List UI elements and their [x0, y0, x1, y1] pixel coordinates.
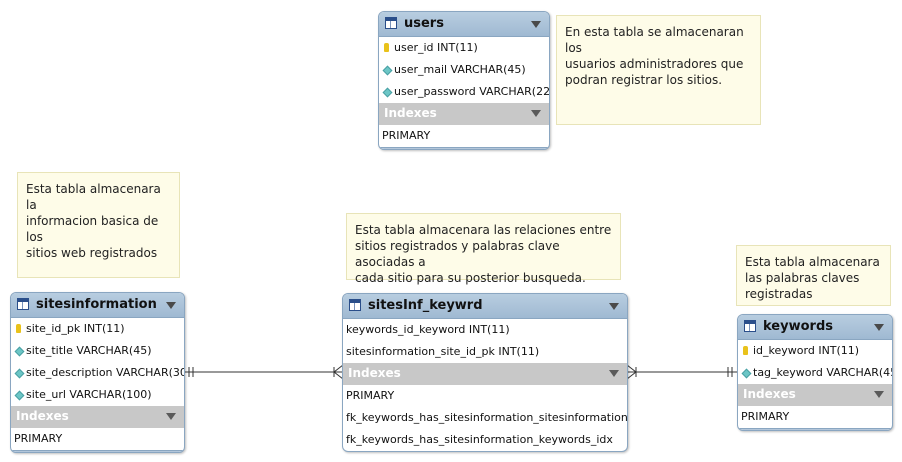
table-sitesinformation[interactable]: sitesinformation site_id_pk INT(11) site…	[10, 292, 185, 453]
column-diamond-icon	[14, 346, 25, 357]
column-text: site_title VARCHAR(45)	[26, 344, 152, 357]
column-row[interactable]: user_id INT(11)	[379, 37, 549, 59]
table-footer	[11, 450, 184, 452]
column-diamond-icon	[14, 368, 25, 379]
primary-key-icon	[743, 346, 748, 355]
column-row[interactable]: sitesinformation_site_id_pk INT(11)	[343, 341, 627, 363]
index-row[interactable]: PRIMARY	[379, 125, 549, 147]
column-diamond-icon	[741, 368, 752, 379]
indexes-label: Indexes	[348, 366, 401, 380]
primary-key-icon	[384, 43, 389, 52]
column-row[interactable]: site_id_pk INT(11)	[11, 318, 184, 340]
table-footer	[343, 451, 627, 452]
column-row[interactable]: user_password VARCHAR(225)	[379, 81, 549, 103]
collapse-arrow-icon[interactable]	[874, 324, 884, 331]
column-row[interactable]: tag_keyword VARCHAR(45)	[738, 362, 892, 384]
column-text: user_id INT(11)	[394, 41, 478, 54]
index-text: PRIMARY	[346, 389, 395, 402]
column-text: site_description VARCHAR(300)	[26, 366, 185, 379]
table-icon	[17, 298, 29, 310]
table-icon	[349, 299, 361, 311]
indexes-header[interactable]: Indexes	[738, 384, 892, 406]
index-row[interactable]: PRIMARY	[738, 406, 892, 428]
index-text: fk_keywords_has_sitesinformation_keyword…	[346, 433, 613, 446]
index-row[interactable]: PRIMARY	[11, 428, 184, 450]
column-text: user_mail VARCHAR(45)	[394, 63, 526, 76]
column-row[interactable]: user_mail VARCHAR(45)	[379, 59, 549, 81]
table-name: users	[404, 16, 444, 31]
table-name: keywords	[763, 319, 833, 334]
table-header[interactable]: sitesInf_keywrd	[343, 294, 627, 319]
indexes-label: Indexes	[16, 409, 69, 423]
collapse-arrow-icon[interactable]	[609, 370, 619, 377]
column-text: user_password VARCHAR(225)	[394, 85, 550, 98]
index-text: PRIMARY	[741, 410, 790, 423]
collapse-arrow-icon[interactable]	[531, 21, 541, 28]
column-row[interactable]: site_description VARCHAR(300)	[11, 362, 184, 384]
table-header[interactable]: keywords	[738, 315, 892, 340]
column-text: sitesinformation_site_id_pk INT(11)	[346, 345, 540, 358]
indexes-header[interactable]: Indexes	[379, 103, 549, 125]
column-row[interactable]: site_url VARCHAR(100)	[11, 384, 184, 406]
column-text: site_id_pk INT(11)	[26, 322, 125, 335]
column-row[interactable]: id_keyword INT(11)	[738, 340, 892, 362]
column-diamond-icon	[14, 390, 25, 401]
table-name: sitesinformation	[36, 297, 157, 312]
column-row[interactable]: site_title VARCHAR(45)	[11, 340, 184, 362]
collapse-arrow-icon[interactable]	[874, 391, 884, 398]
relationship-sitesinformation-to-sitesinf-keywrd	[185, 364, 344, 380]
index-row[interactable]: PRIMARY	[343, 385, 627, 407]
index-row[interactable]: fk_keywords_has_sitesinformation_keyword…	[343, 429, 627, 451]
indexes-label: Indexes	[743, 387, 796, 401]
collapse-arrow-icon[interactable]	[166, 413, 176, 420]
column-row[interactable]: keywords_id_keyword INT(11)	[343, 319, 627, 341]
table-header[interactable]: users	[379, 12, 549, 37]
primary-key-icon	[16, 324, 21, 333]
column-text: tag_keyword VARCHAR(45)	[753, 366, 893, 379]
table-icon	[744, 320, 756, 332]
table-footer	[738, 428, 892, 430]
table-users[interactable]: users user_id INT(11) user_mail VARCHAR(…	[378, 11, 550, 150]
relationship-keywords-to-sitesinf-keywrd	[626, 364, 737, 380]
column-text: keywords_id_keyword INT(11)	[346, 323, 510, 336]
table-footer	[379, 147, 549, 149]
table-header[interactable]: sitesinformation	[11, 293, 184, 318]
index-row[interactable]: fk_keywords_has_sitesinformation_sitesin…	[343, 407, 627, 429]
table-name: sitesInf_keywrd	[368, 298, 483, 313]
index-text: PRIMARY	[382, 129, 431, 142]
collapse-arrow-icon[interactable]	[609, 303, 619, 310]
column-diamond-icon	[382, 87, 393, 98]
index-text: fk_keywords_has_sitesinformation_sitesin…	[346, 411, 628, 424]
indexes-label: Indexes	[384, 106, 437, 120]
table-icon	[385, 17, 397, 29]
column-diamond-icon	[382, 65, 393, 76]
indexes-header[interactable]: Indexes	[11, 406, 184, 428]
column-text: site_url VARCHAR(100)	[26, 388, 152, 401]
indexes-header[interactable]: Indexes	[343, 363, 627, 385]
table-keywords[interactable]: keywords id_keyword INT(11) tag_keyword …	[737, 314, 893, 431]
table-sitesinf-keywrd[interactable]: sitesInf_keywrd keywords_id_keyword INT(…	[342, 293, 628, 452]
index-text: PRIMARY	[14, 432, 63, 445]
column-text: id_keyword INT(11)	[753, 344, 860, 357]
collapse-arrow-icon[interactable]	[166, 302, 176, 309]
collapse-arrow-icon[interactable]	[531, 110, 541, 117]
